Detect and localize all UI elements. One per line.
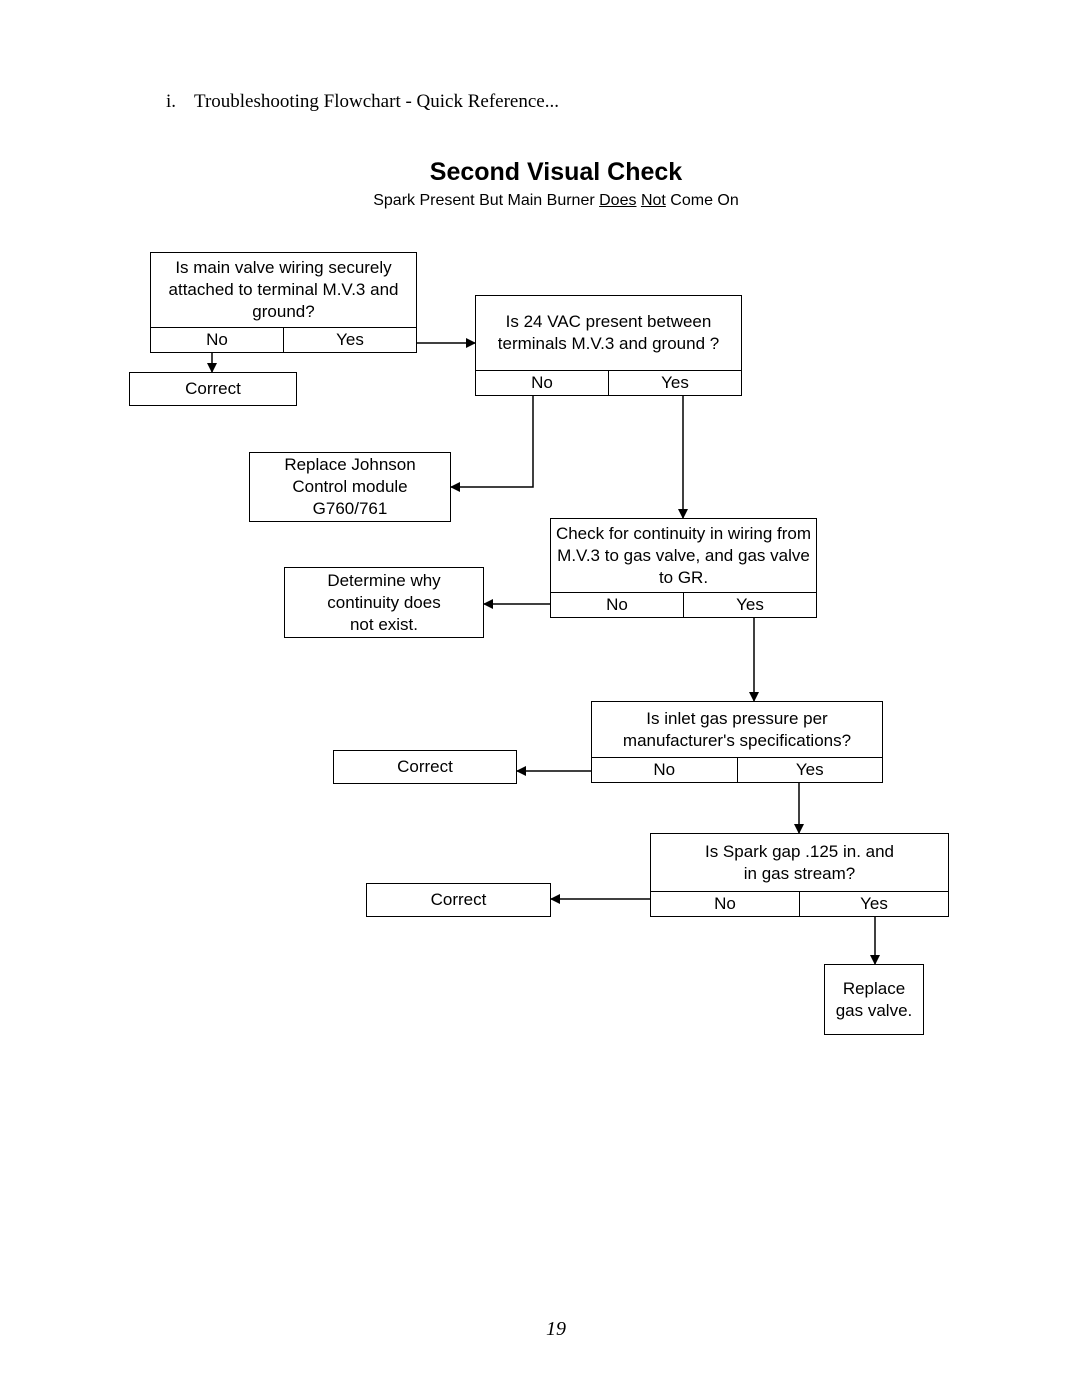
answer-yes: Yes: [860, 894, 888, 913]
action-determine-continuity: Determine why continuity does not exist.: [284, 567, 484, 638]
answer-no: No: [651, 892, 800, 916]
decision-24vac-present: Is 24 VAC present between terminals M.V.…: [475, 295, 742, 396]
decision-inlet-gas-pressure: Is inlet gas pressure per manufacturer's…: [591, 701, 883, 783]
decision-question: Is 24 VAC present between terminals M.V.…: [497, 312, 720, 353]
answer-no: No: [592, 758, 738, 782]
decision-answers: No Yes: [476, 370, 741, 395]
decision-answers: No Yes: [151, 327, 416, 352]
answer-yes: Yes: [736, 595, 764, 614]
answer-yes: Yes: [795, 760, 824, 779]
action-replace-gas-valve: Replace gas valve.: [824, 964, 924, 1035]
decision-question: Check for continuity in wiring from M.V.…: [555, 523, 812, 587]
decision-main-valve-wiring: Is main valve wiring securely attached t…: [150, 252, 417, 353]
answer-no: No: [151, 328, 284, 352]
decision-answers: No Yes: [551, 592, 816, 617]
action-correct-gas-pressure: Correct: [333, 750, 517, 784]
flowchart-connectors: [207, 338, 880, 965]
connector-q2-no-to-replace-module: [450, 396, 534, 492]
decision-spark-gap: Is Spark gap .125 in. and in gas stream?…: [650, 833, 949, 917]
answer-yes: Yes: [336, 330, 364, 349]
decision-check-continuity: Check for continuity in wiring from M.V.…: [550, 518, 817, 618]
decision-question: Is inlet gas pressure per manufacturer's…: [622, 708, 852, 750]
action-replace-control-module: Replace Johnson Control module G760/761: [249, 452, 451, 522]
action-correct-wiring: Correct: [129, 372, 297, 406]
answer-yes: Yes: [661, 373, 689, 392]
decision-question: Is Spark gap .125 in. and in gas stream?: [704, 841, 895, 883]
decision-answers: No Yes: [592, 757, 882, 782]
answer-no: No: [551, 593, 684, 617]
decision-question: Is main valve wiring securely attached t…: [168, 258, 399, 321]
decision-answers: No Yes: [651, 891, 948, 916]
answer-no: No: [476, 371, 609, 395]
action-correct-spark-gap: Correct: [366, 883, 551, 917]
page-number: 19: [546, 1318, 566, 1340]
